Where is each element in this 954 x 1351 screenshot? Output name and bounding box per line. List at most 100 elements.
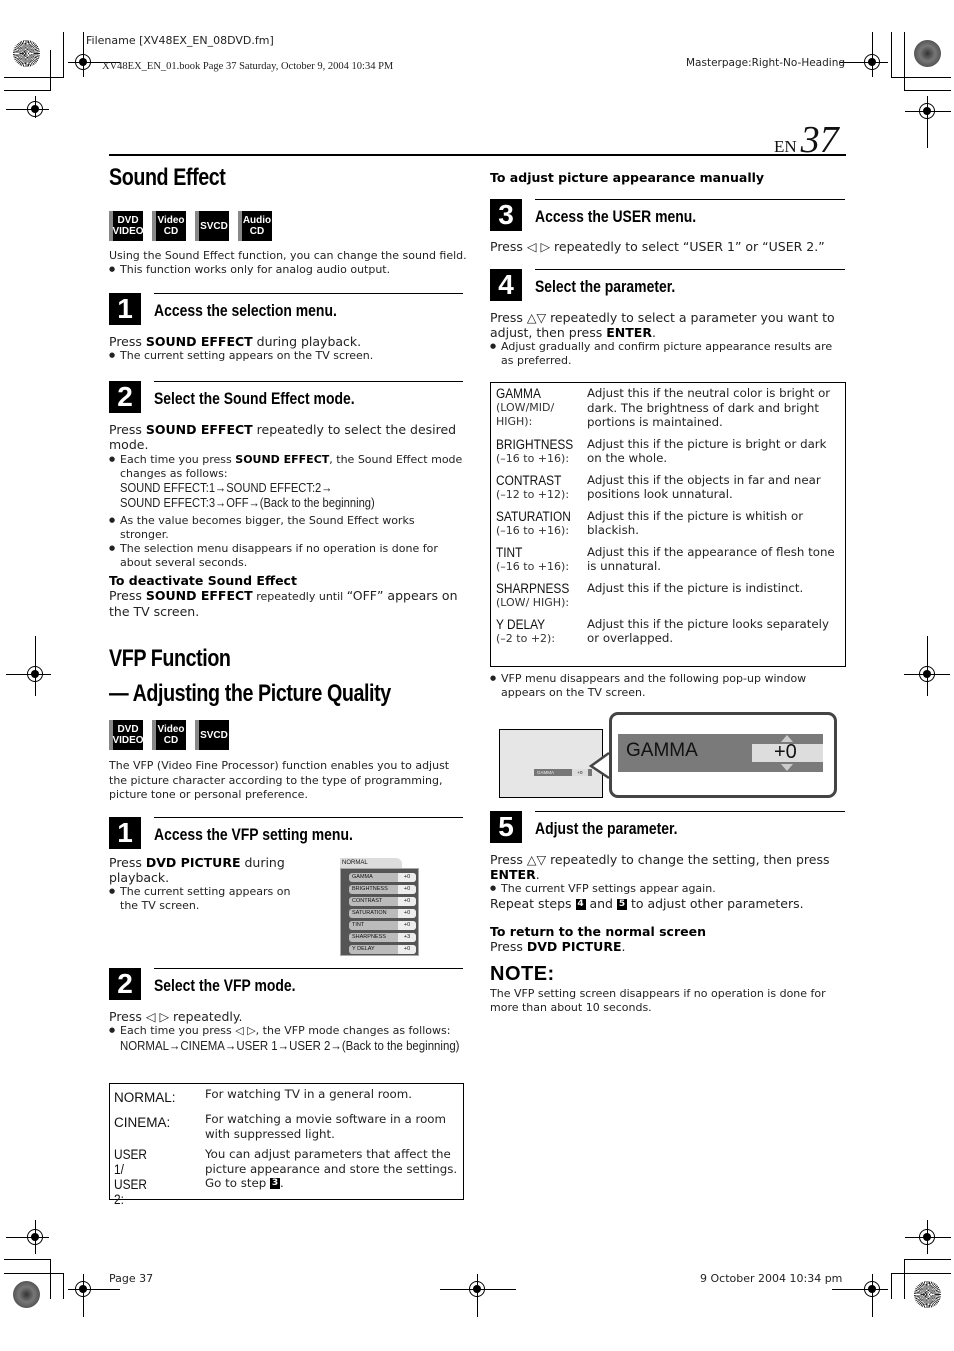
vfp-title-line1: VFP Function — [109, 645, 231, 672]
vfp-intro: The VFP (Video Fine Processor) function … — [109, 759, 450, 801]
osd-param-value: +0 — [398, 897, 416, 906]
step-rule — [535, 199, 845, 200]
note-text: The VFP setting screen disappears if no … — [490, 987, 826, 1014]
crop-mark — [63, 1273, 64, 1299]
mode-key: USER 1/ USER 2: — [114, 1147, 148, 1207]
param-desc: Adjust this if the picture is indistinct… — [587, 580, 804, 595]
crop-mark — [904, 90, 951, 91]
mode-sequence: SOUND EFFECT:1→SOUND EFFECT:2→ — [120, 480, 333, 495]
param-desc: Adjust this if the objects in far and ne… — [587, 472, 821, 502]
mode-sequence: SOUND EFFECT:3→OFF→(Back to the beginnin… — [120, 495, 375, 510]
osd-param-value: +0 — [398, 945, 416, 954]
step-number: 4 — [490, 269, 522, 301]
crop-mark — [83, 1274, 84, 1317]
table-row: SHARPNESS (LOW/ HIGH): Adjust this if the … — [496, 581, 840, 610]
osd-row: GAMMA +0 — [349, 873, 416, 882]
table-row: SATURATION (–16 to +16): Adjust this if th… — [496, 509, 840, 538]
crop-mark — [832, 1289, 888, 1290]
step-instruction: Press ◁ ▷ repeatedly. — [109, 1009, 243, 1024]
intro-bullet: This function works only for analog audi… — [109, 263, 469, 277]
registration-disc-icon — [13, 40, 40, 67]
vfp-step-2: 2 Select the VFP mode. — [109, 968, 463, 1000]
deactivate-sound-effect: To deactivate Sound Effect Press SOUND E… — [109, 573, 464, 619]
param-range: (LOW/MID/ HIGH): — [496, 401, 555, 428]
callout-pointer — [588, 751, 610, 780]
osd-param-value: +0 — [398, 885, 416, 894]
vfp-step-1: 1 Access the VFP setting menu. — [109, 817, 463, 849]
step-rule — [535, 811, 845, 812]
print-footer-date: 9 October 2004 10:34 pm — [700, 1272, 843, 1285]
step-rule — [154, 968, 463, 969]
repeat-steps: Repeat steps 4 and 5 to adjust other par… — [490, 895, 804, 911]
sound-step-2-body: Press SOUND EFFECT repeatedly to select … — [109, 422, 464, 569]
badge-video-cd: Video CD — [152, 720, 186, 750]
vfp-modes-table: NORMAL: For watching TV in a general roo… — [109, 1083, 464, 1207]
param-key-cell: BRIGHTNESS (–16 to +16): — [496, 437, 587, 466]
table-row: NORMAL: For watching TV in a general roo… — [114, 1087, 459, 1106]
step-title: Adjust the parameter. — [535, 819, 678, 838]
step-title: Select the parameter. — [535, 277, 676, 296]
step-number: 1 — [109, 817, 141, 849]
mode-desc: You can adjust parameters that affect th… — [205, 1147, 458, 1190]
step-title: Select the VFP mode. — [154, 976, 296, 995]
osd-row: Y DELAY +0 — [349, 945, 416, 954]
osd-row: SATURATION +0 — [349, 909, 416, 918]
step-number: 1 — [109, 293, 141, 325]
step-rule — [535, 269, 845, 270]
step-ref-icon: 4 — [575, 898, 586, 910]
down-arrow-icon — [781, 764, 793, 771]
crop-mark — [891, 1273, 892, 1299]
sound-step-2: 2 Select the Sound Effect mode. — [109, 381, 463, 413]
crop-mark — [891, 1273, 951, 1274]
param-key-cell: GAMMA (LOW/MID/ HIGH): — [496, 386, 587, 430]
step-title: Access the VFP setting menu. — [154, 825, 353, 844]
param-desc: Adjust this if the picture looks separat… — [587, 616, 829, 646]
step-bullet: Each time you press SOUND EFFECT, the So… — [109, 453, 464, 480]
registration-disc-icon — [914, 40, 941, 67]
badge-dvd-video: DVD VIDEO — [109, 211, 144, 241]
param-range: (–16 to +16): — [496, 451, 570, 465]
badge-video-cd: Video CD — [152, 211, 186, 241]
step-title: Access the USER menu. — [535, 207, 697, 226]
param-name: SHARPNESS — [496, 580, 570, 596]
step-number: 3 — [490, 199, 522, 231]
crop-mark — [50, 50, 51, 90]
crop-mark — [904, 1259, 905, 1299]
param-name: GAMMA — [496, 386, 541, 401]
table-row: TINT (–16 to +16): Adjust this if the appe… — [496, 545, 840, 574]
osd-row: SHARPNESS +3 — [349, 933, 416, 942]
mode-desc: For watching a movie software in a room … — [205, 1112, 447, 1141]
param-key-cell: TINT (–16 to +16): — [496, 545, 587, 574]
param-range: (–2 to +2): — [496, 631, 556, 645]
step-title: Select the Sound Effect mode. — [154, 389, 355, 408]
vfp-step-3: 3 Access the USER menu. — [490, 199, 845, 231]
mode-desc: For watching TV in a general room. — [205, 1087, 413, 1101]
osd-row: CONTRAST +0 — [349, 897, 416, 906]
crop-mark — [35, 96, 36, 118]
print-filename: Filename [XV48EX_EN_08DVD.fm] — [86, 34, 274, 47]
sound-effect-intro: Using the Sound Effect function, you can… — [109, 249, 469, 276]
sound-effect-disc-badges: DVD VIDEO Video CD SVCD Audio CD — [109, 211, 272, 241]
osd-param-value: +0 — [398, 909, 416, 918]
crop-mark — [68, 1289, 120, 1290]
crop-mark — [50, 1259, 51, 1299]
osd-param-name: CONTRAST — [352, 898, 383, 904]
print-footer-page: Page 37 — [109, 1272, 154, 1285]
osd-param-value: +0 — [398, 921, 416, 930]
crop-mark — [6, 1237, 49, 1238]
vfp-step-3-instruction: Press ◁ ▷ repeatedly to select “USER 1” … — [490, 239, 825, 254]
param-name: TINT — [496, 544, 523, 560]
crop-mark — [872, 1274, 873, 1317]
crop-mark — [4, 90, 51, 91]
popup-window: GAMMA +0 — [609, 712, 837, 798]
crop-mark — [4, 1273, 64, 1274]
print-masterpage: Masterpage:Right-No-Heading — [686, 57, 846, 69]
registration-disc-icon — [914, 1281, 941, 1308]
param-desc: Adjust this if the appearance of flesh t… — [587, 544, 835, 574]
param-name: CONTRAST — [496, 472, 562, 488]
step-ref-icon: 3 — [269, 1178, 280, 1189]
print-book-info: XV48EX_EN_01.book Page 37 Saturday, Octo… — [102, 61, 394, 72]
param-name: BRIGHTNESS — [496, 436, 574, 452]
step-bullet: The current setting appears on the TV sc… — [109, 349, 469, 363]
osd-param-value: +0 — [398, 873, 416, 882]
